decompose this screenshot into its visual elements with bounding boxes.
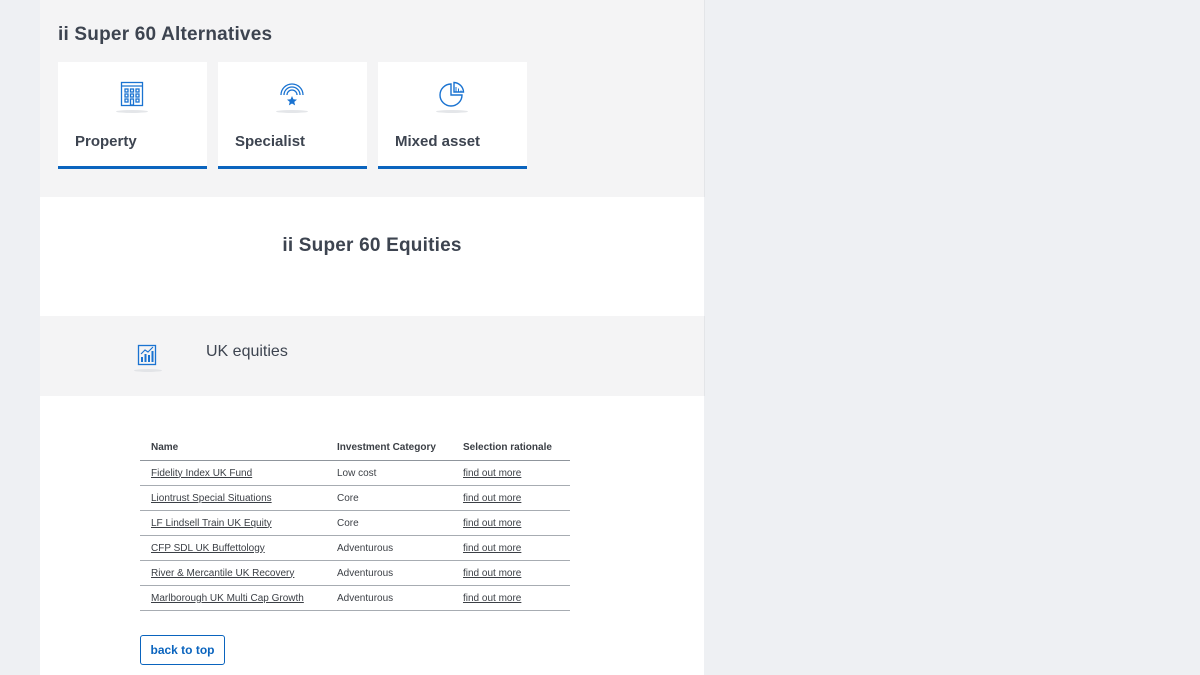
building-icon <box>116 80 148 113</box>
table-row: Liontrust Special Situations Core find o… <box>140 485 570 511</box>
property-card[interactable]: Property <box>58 62 207 169</box>
table-row: CFP SDL UK Buffettology Adventurous find… <box>140 535 570 561</box>
table-row: LF Lindsell Train UK Equity Core find ou… <box>140 510 570 536</box>
category-cell: Adventurous <box>326 535 452 561</box>
alternatives-title: ii Super 60 Alternatives <box>58 24 273 45</box>
fund-name-link[interactable]: Fidelity Index UK Fund <box>151 468 252 479</box>
pie-chart-icon <box>436 80 468 113</box>
find-out-more-link[interactable]: find out more <box>463 493 521 504</box>
category-cell: Core <box>326 485 452 511</box>
equities-title: ii Super 60 Equities <box>282 235 462 256</box>
signal-star-icon <box>276 80 308 113</box>
column-header-category: Investment Category <box>326 435 452 461</box>
category-cell: Adventurous <box>326 560 452 586</box>
find-out-more-link[interactable]: find out more <box>463 518 521 529</box>
table-row: Fidelity Index UK Fund Low cost find out… <box>140 460 570 486</box>
category-cell: Low cost <box>326 460 452 486</box>
alternatives-section: ii Super 60 Alternatives Property Specia… <box>40 0 705 197</box>
fund-name-link[interactable]: Marlborough UK Multi Cap Growth <box>151 593 304 604</box>
category-cell: Adventurous <box>326 585 452 611</box>
specialist-card-label: Specialist <box>235 133 306 150</box>
back-to-top-button[interactable]: back to top <box>140 635 225 665</box>
fund-table: Name Investment Category Selection ratio… <box>140 435 570 611</box>
mixed-asset-card[interactable]: Mixed asset <box>378 62 527 169</box>
specialist-card[interactable]: Specialist <box>218 62 367 169</box>
fund-name-link[interactable]: CFP SDL UK Buffettology <box>151 543 265 554</box>
property-card-label: Property <box>75 133 137 150</box>
table-header-row: Name Investment Category Selection ratio… <box>140 435 570 461</box>
column-header-rationale: Selection rationale <box>452 435 570 461</box>
find-out-more-link[interactable]: find out more <box>463 543 521 554</box>
table-row: Marlborough UK Multi Cap Growth Adventur… <box>140 585 570 611</box>
uk-equities-label: UK equities <box>206 343 288 360</box>
page-content: ii Super 60 Alternatives Property Specia… <box>40 0 705 675</box>
bar-chart-icon <box>134 344 162 372</box>
table-row: River & Mercantile UK Recovery Adventuro… <box>140 560 570 586</box>
fund-name-link[interactable]: River & Mercantile UK Recovery <box>151 568 294 579</box>
find-out-more-link[interactable]: find out more <box>463 468 521 479</box>
fund-name-link[interactable]: LF Lindsell Train UK Equity <box>151 518 272 529</box>
mixed-asset-card-label: Mixed asset <box>395 133 481 150</box>
category-cell: Core <box>326 510 452 536</box>
column-header-name: Name <box>140 435 326 461</box>
uk-equities-band[interactable]: UK equities <box>40 316 705 396</box>
find-out-more-link[interactable]: find out more <box>463 568 521 579</box>
fund-name-link[interactable]: Liontrust Special Situations <box>151 493 272 504</box>
find-out-more-link[interactable]: find out more <box>463 593 521 604</box>
